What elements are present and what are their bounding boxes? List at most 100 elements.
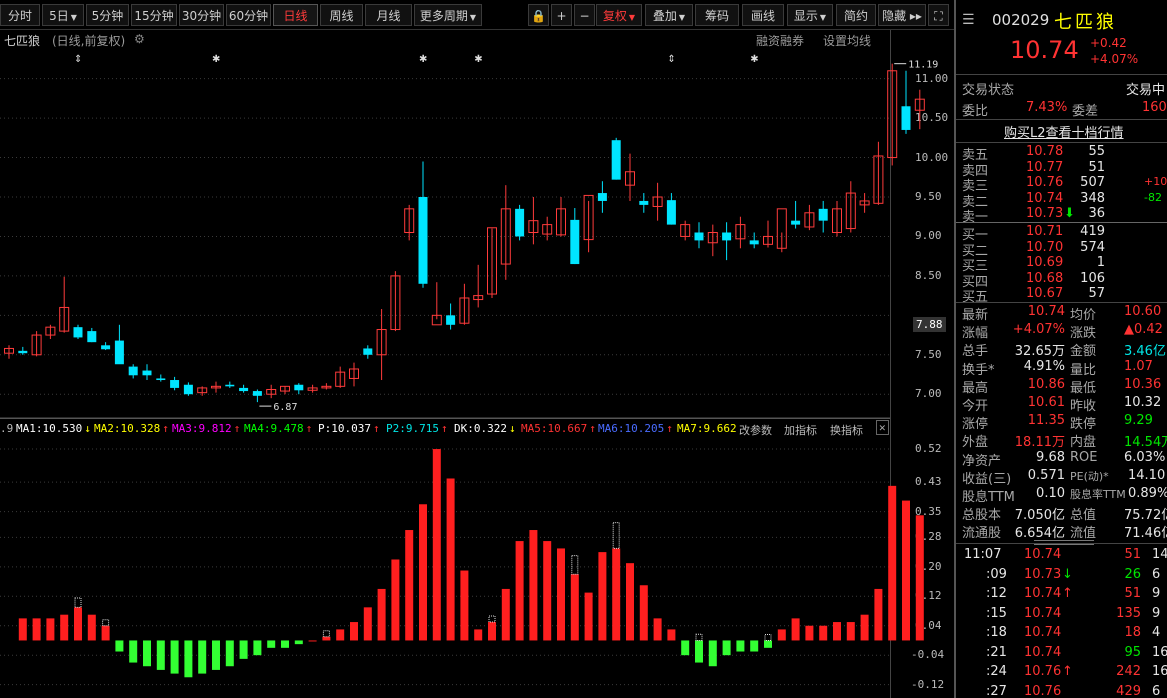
ask-row[interactable]: 卖四 10.77 51	[956, 159, 1167, 179]
stat-value: 0.10	[1036, 486, 1065, 501]
stat-label: 内盘	[1070, 435, 1097, 451]
panel-splitter[interactable]	[1034, 540, 1094, 545]
dk-bar	[653, 618, 662, 641]
bid-row[interactable]: 买三 10.69 1	[956, 255, 1167, 274]
dk-bar	[198, 640, 207, 674]
dk-bar	[722, 640, 731, 656]
l2-upgrade-link[interactable]: 购买L2查看十档行情	[1004, 122, 1124, 141]
weicha-label: 委差	[1072, 104, 1099, 119]
dk-bar	[626, 563, 634, 641]
trade-row: :21 10.74 95 16	[956, 645, 1167, 664]
stat-label: 净资产	[962, 453, 1002, 469]
event-marker-icon: ✱	[419, 54, 427, 65]
stat-label: 总股本	[962, 508, 1002, 524]
trade-row: :15 10.74 135 9	[956, 606, 1167, 625]
dk-bar	[764, 640, 772, 648]
dk-bar	[915, 515, 924, 641]
stat-label: 今开	[962, 399, 989, 414]
ask-row[interactable]: 卖三 10.76 507 +10	[956, 175, 1167, 194]
trade-count: 6	[1152, 683, 1161, 698]
stat-value: 0.571	[1027, 467, 1065, 483]
dk-bar	[681, 640, 690, 656]
stock-code: 002029	[992, 11, 1050, 29]
dk-bar	[846, 622, 855, 641]
trade-row: 11:07 10.74 51 14	[956, 547, 1167, 566]
ask-price: 10.76	[1026, 175, 1064, 190]
dk-bar	[322, 636, 331, 641]
ask-volume: 36	[1088, 206, 1105, 221]
ask-row[interactable]: 卖五 10.78 55	[956, 144, 1167, 163]
stat-value: 10.74	[1027, 304, 1065, 319]
bid-row[interactable]: 买四 10.68 106	[956, 271, 1167, 290]
ask-price: 10.78	[1026, 144, 1064, 159]
candle-body	[156, 378, 166, 381]
stat-value: 6.03%	[1124, 449, 1166, 465]
stat-row: 今开 10.61 昨收 10.32	[956, 395, 1167, 414]
bid-row[interactable]: 买二 10.70 574	[956, 239, 1167, 259]
arrow-down-icon: ↓	[1062, 566, 1073, 582]
candle-body	[639, 200, 649, 205]
trade-time: :24	[986, 664, 1007, 679]
ask-price: 10.74	[1026, 190, 1064, 206]
dk-bar	[212, 640, 220, 670]
dk-bar	[667, 629, 676, 641]
stat-label: 流通股	[962, 526, 1002, 542]
dk-bar	[460, 570, 469, 641]
candle-body	[446, 315, 456, 325]
candle-body	[114, 340, 124, 365]
weicha-value: 160	[1142, 100, 1167, 115]
dk-bar	[32, 618, 41, 641]
dk-bar	[888, 485, 897, 641]
max-price-label: 11.19	[908, 60, 938, 71]
dk-bar	[101, 625, 110, 641]
dk-bar-ghost	[74, 597, 82, 608]
ask-volume: 51	[1088, 159, 1105, 175]
weibi-value: 7.43%	[1026, 100, 1068, 115]
dk-bar	[184, 640, 193, 678]
candle-body	[570, 219, 580, 265]
bid-price: 10.70	[1026, 239, 1064, 255]
stat-value: 32.65万	[1014, 344, 1065, 360]
dk-bar	[860, 614, 869, 641]
stat-value: 11.35	[1027, 413, 1065, 429]
candlestick-chart[interactable]: 11.19 6.87 ⇕ ✱ ✱ ✱ ⇕ ✱	[0, 0, 954, 698]
stat-label: 金额	[1070, 344, 1097, 360]
stat-label: 外盘	[962, 435, 989, 451]
stat-label: 流值	[1070, 526, 1097, 542]
stat-row: 收益(三) 0.571 PE(动)* 14.10	[956, 467, 1167, 487]
candle-body	[694, 232, 704, 241]
current-price: 10.74	[1010, 36, 1079, 64]
event-marker-icon: ⇕	[74, 54, 82, 65]
dk-bar	[46, 618, 55, 641]
bid-volume: 1	[1096, 255, 1105, 270]
stat-label: 总值	[1070, 508, 1097, 524]
quote-menu-icon[interactable]: ☰	[962, 12, 975, 28]
stat-label: 跌停	[1070, 417, 1097, 433]
stat-value: 1.07	[1124, 358, 1153, 374]
trade-time: :27	[986, 683, 1007, 698]
dk-bar	[584, 592, 593, 641]
arrow-down-icon: ⬇	[1064, 206, 1075, 221]
trade-price: 10.74	[1024, 586, 1062, 601]
candle-body	[611, 140, 621, 180]
dk-bar	[736, 640, 745, 652]
dk-bar	[529, 530, 538, 641]
bid-row[interactable]: 买一 10.71 419	[956, 224, 1167, 243]
trade-price: 10.76	[1024, 664, 1062, 679]
dk-bar	[874, 588, 883, 641]
trade-volume: 51	[1124, 586, 1141, 601]
stat-label: 收益(三)	[962, 471, 1012, 487]
bid-volume: 574	[1080, 239, 1105, 255]
dk-bar	[115, 640, 124, 652]
stat-row: 外盘 18.11万内盘 14.54万	[956, 431, 1167, 451]
candle-body	[597, 193, 607, 201]
ask-row[interactable]: 卖一 10.73 ⬇ 36	[956, 206, 1167, 225]
dk-bar	[695, 640, 703, 663]
dk-bar	[805, 625, 814, 641]
trade-time: 11:07	[964, 547, 1002, 562]
dk-bar	[777, 629, 786, 641]
event-marker-icon: ✱	[750, 54, 758, 65]
dk-bar	[308, 640, 317, 642]
ask-row[interactable]: 卖二 10.74 348 -82	[956, 190, 1167, 210]
bid-row[interactable]: 买五 10.67 57	[956, 286, 1167, 305]
